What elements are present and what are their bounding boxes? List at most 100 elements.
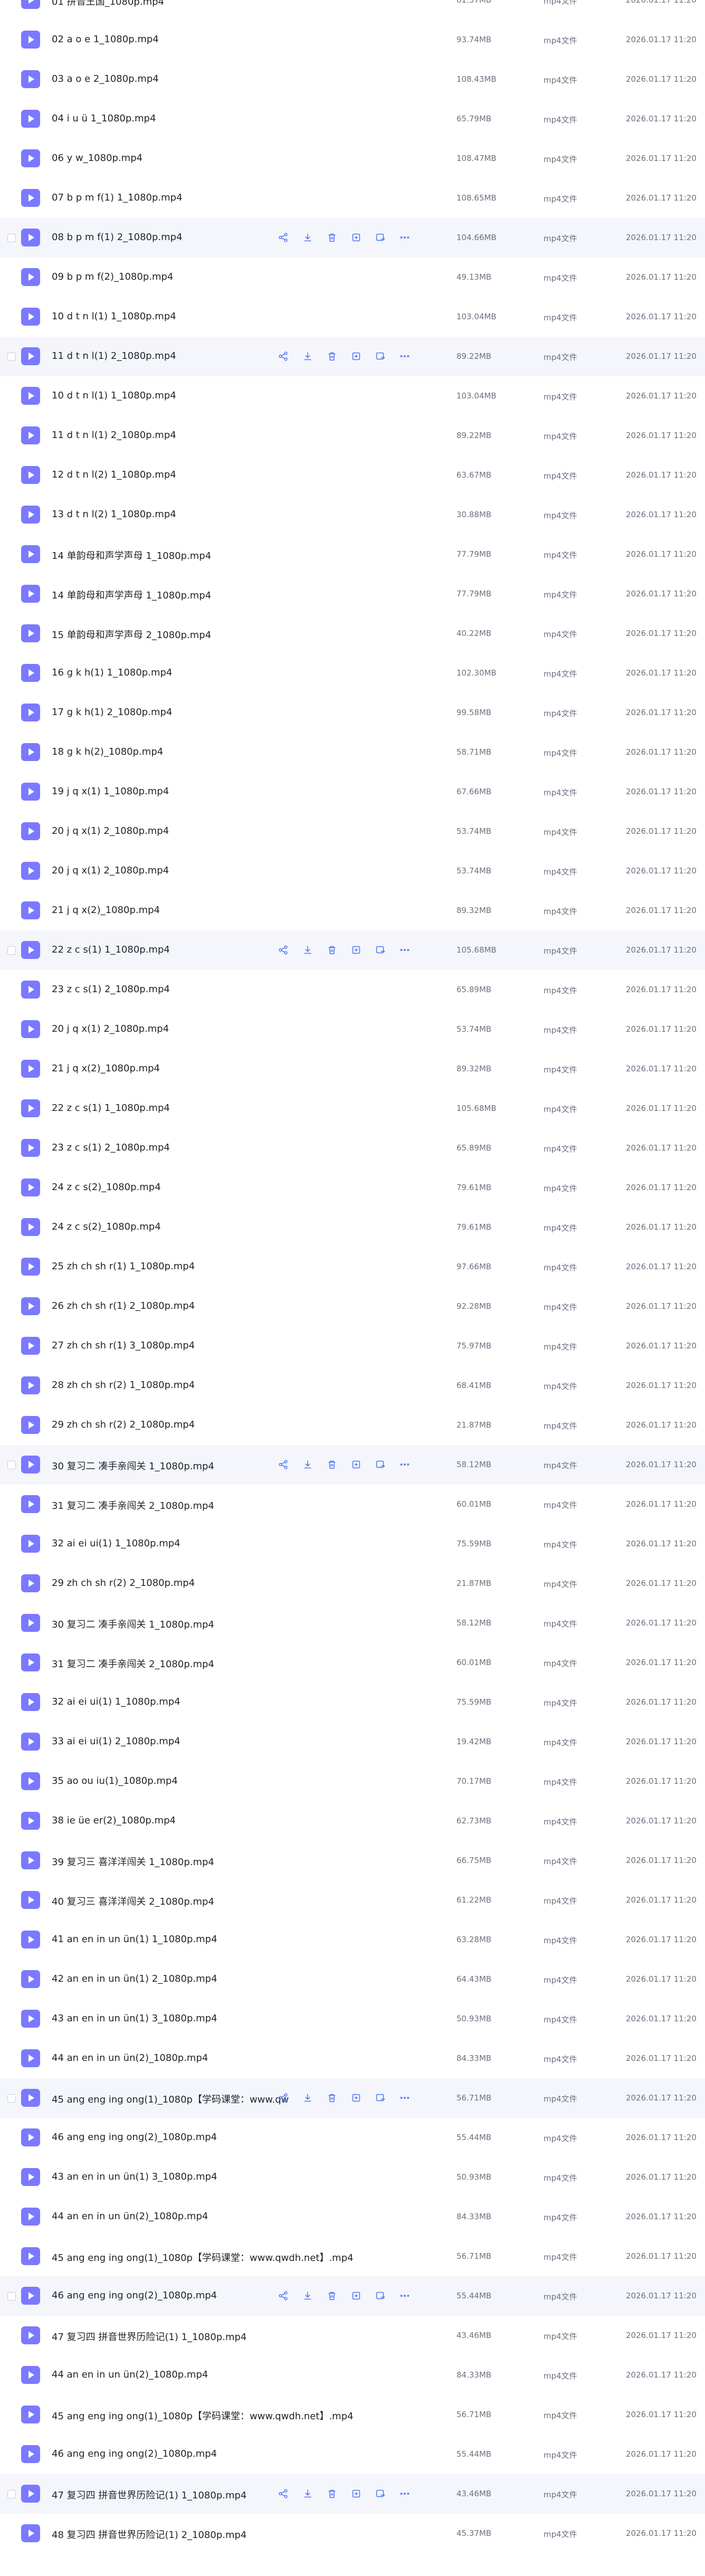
more-icon[interactable] xyxy=(398,2289,412,2303)
file-name[interactable]: 45 ang eng ing ong(1)_1080p【学码课堂：www.qwd… xyxy=(52,2409,354,2422)
row-checkbox[interactable] xyxy=(7,2094,16,2103)
file-row[interactable]: 45 ang eng ing ong(1)_1080p【学码课堂：www.qwd… xyxy=(0,2237,705,2276)
copy-icon[interactable] xyxy=(349,349,363,363)
file-name[interactable]: 15 单韵母和声学声母 2_1080p.mp4 xyxy=(52,628,211,641)
file-row[interactable]: 07 b p m f(1) 1_1080p.mp4 108.65MB mp4文件… xyxy=(0,178,705,218)
share-icon[interactable] xyxy=(277,349,290,363)
row-checkbox[interactable] xyxy=(7,2490,16,2498)
share-icon[interactable] xyxy=(277,231,290,244)
file-name[interactable]: 25 zh ch sh r(1) 1_1080p.mp4 xyxy=(52,1261,195,1272)
copy-icon[interactable] xyxy=(349,943,363,957)
file-name[interactable]: 10 d t n l(1) 1_1080p.mp4 xyxy=(52,311,176,322)
file-row[interactable]: 45 ang eng ing ong(1)_1080p【学码课堂：www.qwd… xyxy=(0,2395,705,2435)
file-name[interactable]: 22 z c s(1) 1_1080p.mp4 xyxy=(52,944,170,955)
file-row[interactable]: 30 复习二 凑手亲闯关 1_1080p.mp4 58.12MB mp4文件 2… xyxy=(0,1445,705,1485)
file-row[interactable]: 33 ai ei ui(1) 2_1080p.mp4 19.42MB mp4文件… xyxy=(0,1722,705,1762)
file-name[interactable]: 32 ai ei ui(1) 1_1080p.mp4 xyxy=(52,1538,180,1549)
file-name[interactable]: 20 j q x(1) 2_1080p.mp4 xyxy=(52,865,169,876)
file-row[interactable]: 24 z c s(2)_1080p.mp4 79.61MB mp4文件 2026… xyxy=(0,1208,705,1247)
file-row[interactable]: 30 复习二 凑手亲闯关 1_1080p.mp4 58.12MB mp4文件 2… xyxy=(0,1603,705,1643)
file-name[interactable]: 46 ang eng ing ong(2)_1080p.mp4 xyxy=(52,2448,217,2459)
file-name[interactable]: 09 b p m f(2)_1080p.mp4 xyxy=(52,271,173,282)
file-row[interactable]: 25 zh ch sh r(1) 1_1080p.mp4 97.66MB mp4… xyxy=(0,1247,705,1287)
file-row[interactable]: 40 复习三 喜洋洋闯关 2_1080p.mp4 61.22MB mp4文件 2… xyxy=(0,1880,705,1920)
file-name[interactable]: 47 复习四 拼音世界历险记(1) 1_1080p.mp4 xyxy=(52,2330,246,2343)
file-row[interactable]: 48 复习四 拼音世界历险记(1) 2_1080p.mp4 45.37MB mp… xyxy=(0,2514,705,2553)
file-row[interactable]: 29 zh ch sh r(2) 2_1080p.mp4 21.87MB mp4… xyxy=(0,1564,705,1603)
file-name[interactable]: 07 b p m f(1) 1_1080p.mp4 xyxy=(52,192,183,203)
file-name[interactable]: 14 单韵母和声学声母 1_1080p.mp4 xyxy=(52,588,211,602)
file-name[interactable]: 35 ao ou iu(1)_1080p.mp4 xyxy=(52,1775,178,1786)
file-name[interactable]: 46 ang eng ing ong(2)_1080p.mp4 xyxy=(52,2290,217,2301)
row-checkbox[interactable] xyxy=(7,946,16,955)
file-name[interactable]: 20 j q x(1) 2_1080p.mp4 xyxy=(52,1023,169,1034)
file-row[interactable]: 47 复习四 拼音世界历险记(1) 1_1080p.mp4 43.46MB mp… xyxy=(0,2316,705,2355)
file-name[interactable]: 31 复习二 凑手亲闯关 2_1080p.mp4 xyxy=(52,1657,214,1670)
file-row[interactable]: 32 ai ei ui(1) 1_1080p.mp4 75.59MB mp4文件… xyxy=(0,1683,705,1722)
file-row[interactable]: 06 y w_1080p.mp4 108.47MB mp4文件 2026.01.… xyxy=(0,139,705,178)
file-name[interactable]: 02 a o e 1_1080p.mp4 xyxy=(52,34,159,45)
file-row[interactable]: 32 ai ei ui(1) 1_1080p.mp4 75.59MB mp4文件… xyxy=(0,1524,705,1564)
file-name[interactable]: 04 i u ü 1_1080p.mp4 xyxy=(52,113,156,124)
file-row[interactable]: 09 b p m f(2)_1080p.mp4 49.13MB mp4文件 20… xyxy=(0,258,705,297)
file-name[interactable]: 44 an en in un ün(2)_1080p.mp4 xyxy=(52,2211,208,2222)
file-row[interactable]: 23 z c s(1) 2_1080p.mp4 65.89MB mp4文件 20… xyxy=(0,970,705,1010)
copy-icon[interactable] xyxy=(349,1458,363,1471)
share-icon[interactable] xyxy=(277,943,290,957)
download-icon[interactable] xyxy=(301,943,315,957)
file-row[interactable]: 19 j q x(1) 1_1080p.mp4 67.66MB mp4文件 20… xyxy=(0,772,705,812)
share-icon[interactable] xyxy=(277,2091,290,2105)
file-row[interactable]: 44 an en in un ün(2)_1080p.mp4 84.33MB m… xyxy=(0,2197,705,2237)
trash-icon[interactable] xyxy=(325,1458,339,1471)
trash-icon[interactable] xyxy=(325,943,339,957)
download-icon[interactable] xyxy=(301,231,315,244)
file-row[interactable]: 20 j q x(1) 2_1080p.mp4 53.74MB mp4文件 20… xyxy=(0,1010,705,1049)
file-name[interactable]: 03 a o e 2_1080p.mp4 xyxy=(52,73,159,84)
share-icon[interactable] xyxy=(277,2487,290,2501)
download-icon[interactable] xyxy=(301,2487,315,2501)
file-name[interactable]: 29 zh ch sh r(2) 2_1080p.mp4 xyxy=(52,1577,195,1589)
file-name[interactable]: 45 ang eng ing ong(1)_1080p【学码课堂：www.qw xyxy=(52,2092,289,2106)
file-row[interactable]: 03 a o e 2_1080p.mp4 108.43MB mp4文件 2026… xyxy=(0,60,705,99)
file-name[interactable]: 47 复习四 拼音世界历险记(1) 1_1080p.mp4 xyxy=(52,2488,246,2502)
file-name[interactable]: 23 z c s(1) 2_1080p.mp4 xyxy=(52,1142,170,1153)
more-icon[interactable] xyxy=(398,1458,412,1471)
move-icon[interactable] xyxy=(374,2289,387,2303)
download-icon[interactable] xyxy=(301,2091,315,2105)
file-name[interactable]: 21 j q x(2)_1080p.mp4 xyxy=(52,905,160,916)
file-row[interactable]: 10 d t n l(1) 1_1080p.mp4 103.04MB mp4文件… xyxy=(0,376,705,416)
file-name[interactable]: 17 g k h(1) 2_1080p.mp4 xyxy=(52,707,172,718)
file-row[interactable]: 08 b p m f(1) 2_1080p.mp4 104.66MB mp4文件… xyxy=(0,218,705,258)
file-name[interactable]: 39 复习三 喜洋洋闯关 1_1080p.mp4 xyxy=(52,1855,214,1868)
share-icon[interactable] xyxy=(277,1458,290,1471)
file-name[interactable]: 13 d t n l(2) 1_1080p.mp4 xyxy=(52,509,176,520)
file-row[interactable]: 11 d t n l(1) 2_1080p.mp4 89.22MB mp4文件 … xyxy=(0,416,705,455)
file-row[interactable]: 23 z c s(1) 2_1080p.mp4 65.89MB mp4文件 20… xyxy=(0,1128,705,1168)
file-row[interactable]: 46 ang eng ing ong(2)_1080p.mp4 55.44MB … xyxy=(0,2118,705,2157)
file-name[interactable]: 43 an en in un ün(1) 3_1080p.mp4 xyxy=(52,2013,217,2024)
move-icon[interactable] xyxy=(374,1458,387,1471)
file-name[interactable]: 16 g k h(1) 1_1080p.mp4 xyxy=(52,667,172,678)
file-row[interactable]: 14 单韵母和声学声母 1_1080p.mp4 77.79MB mp4文件 20… xyxy=(0,535,705,574)
file-row[interactable]: 22 z c s(1) 1_1080p.mp4 105.68MB mp4文件 2… xyxy=(0,1089,705,1128)
file-row[interactable]: 18 g k h(2)_1080p.mp4 58.71MB mp4文件 2026… xyxy=(0,733,705,772)
download-icon[interactable] xyxy=(301,1458,315,1471)
file-name[interactable]: 11 d t n l(1) 2_1080p.mp4 xyxy=(52,350,176,362)
share-icon[interactable] xyxy=(277,2289,290,2303)
file-row[interactable]: 43 an en in un ün(1) 3_1080p.mp4 50.93MB… xyxy=(0,1999,705,2039)
move-icon[interactable] xyxy=(374,231,387,244)
file-row[interactable]: 21 j q x(2)_1080p.mp4 89.32MB mp4文件 2026… xyxy=(0,891,705,930)
file-name[interactable]: 20 j q x(1) 2_1080p.mp4 xyxy=(52,825,169,837)
file-row[interactable]: 12 d t n l(2) 1_1080p.mp4 63.67MB mp4文件 … xyxy=(0,455,705,495)
file-name[interactable]: 30 复习二 凑手亲闯关 1_1080p.mp4 xyxy=(52,1617,214,1631)
file-name[interactable]: 46 ang eng ing ong(2)_1080p.mp4 xyxy=(52,2132,217,2143)
file-row[interactable]: 29 zh ch sh r(2) 2_1080p.mp4 21.87MB mp4… xyxy=(0,1405,705,1445)
file-name[interactable]: 18 g k h(2)_1080p.mp4 xyxy=(52,746,163,757)
file-name[interactable]: 38 ie üe er(2)_1080p.mp4 xyxy=(52,1815,176,1826)
move-icon[interactable] xyxy=(374,349,387,363)
file-row[interactable]: 22 z c s(1) 1_1080p.mp4 105.68MB mp4文件 2… xyxy=(0,930,705,970)
file-name[interactable]: 42 an en in un ün(1) 2_1080p.mp4 xyxy=(52,1973,217,1984)
trash-icon[interactable] xyxy=(325,2091,339,2105)
file-name[interactable]: 29 zh ch sh r(2) 2_1080p.mp4 xyxy=(52,1419,195,1430)
file-row[interactable]: 39 复习三 喜洋洋闯关 1_1080p.mp4 66.75MB mp4文件 2… xyxy=(0,1841,705,1880)
